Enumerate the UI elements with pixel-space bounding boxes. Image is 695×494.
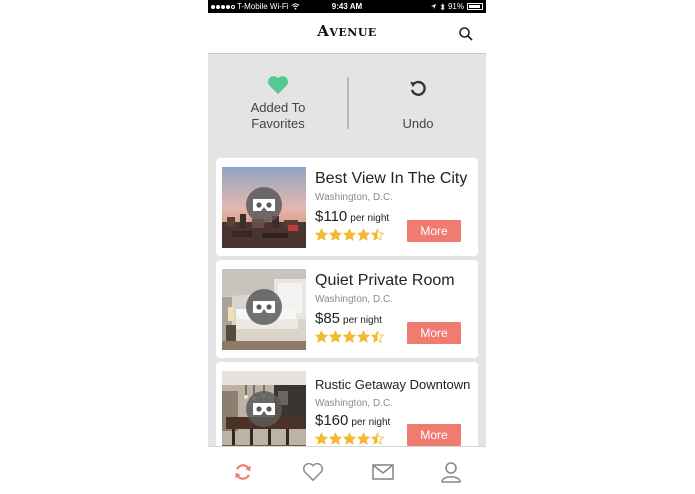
listing-price: $160 per night (315, 412, 390, 430)
listing-card[interactable]: Quiet Private Room Washington, D.C. $85 p… (216, 260, 478, 358)
star-rating (315, 432, 384, 445)
added-to-favorites: Added To Favorites (228, 75, 328, 132)
more-button[interactable]: More (407, 424, 461, 446)
star-icon (315, 228, 328, 241)
battery-icon (467, 3, 483, 10)
action-divider (347, 77, 349, 129)
brand-logo: Avenue (317, 22, 377, 40)
user-icon[interactable] (440, 461, 462, 483)
listing-price: $110 per night (315, 208, 389, 226)
star-icon (329, 228, 342, 241)
favorite-label: Added To Favorites (250, 100, 306, 131)
price-unit: per night (350, 213, 390, 224)
price-unit: per night (351, 417, 391, 428)
more-button[interactable]: More (407, 322, 461, 344)
listing-city: Washington, D.C. (315, 294, 393, 305)
search-icon[interactable] (458, 26, 474, 42)
star-icon (329, 432, 342, 445)
star-icon (371, 432, 384, 445)
heart-icon (268, 76, 288, 95)
listing-photo[interactable] (222, 269, 306, 350)
listing-price: $85 per night (315, 310, 382, 328)
star-icon (357, 228, 370, 241)
price-amount: $85 (315, 310, 341, 327)
price-amount: $110 (315, 208, 348, 225)
star-icon (315, 432, 328, 445)
star-icon (357, 432, 370, 445)
listing-photo[interactable] (222, 167, 306, 248)
bluetooth-icon (440, 2, 445, 11)
more-button[interactable]: More (407, 220, 461, 242)
undo-label: Undo (402, 116, 434, 131)
listing-title[interactable]: Best View In The City (315, 170, 467, 188)
price-amount: $160 (315, 412, 349, 429)
heart-outline-icon[interactable] (302, 461, 324, 483)
listing-city: Washington, D.C. (315, 192, 393, 203)
app-header: Avenue (208, 13, 486, 54)
listing-card[interactable]: Best View In The City Washington, D.C. $… (216, 158, 478, 256)
tab-bar (208, 446, 486, 494)
vr-headset-icon[interactable] (246, 391, 282, 427)
star-icon (315, 330, 328, 343)
star-icon (343, 330, 356, 343)
listing-title[interactable]: Rustic Getaway Downtown (315, 377, 470, 392)
refresh-icon[interactable] (232, 461, 254, 483)
star-icon (343, 228, 356, 241)
star-rating (315, 330, 384, 343)
mail-icon[interactable] (372, 461, 394, 483)
phone-screen: T-Mobile Wi-Fi 9:43 AM 91% Avenue Added … (208, 0, 486, 494)
star-icon (329, 330, 342, 343)
listing-city: Washington, D.C. (315, 398, 393, 409)
status-right: 91% (430, 0, 483, 13)
status-bar: T-Mobile Wi-Fi 9:43 AM 91% (208, 0, 486, 13)
location-icon (430, 3, 437, 10)
star-icon (371, 228, 384, 241)
listing-photo[interactable] (222, 371, 306, 452)
vr-headset-icon[interactable] (246, 289, 282, 325)
star-rating (315, 228, 384, 241)
undo-button[interactable]: Undo (368, 79, 468, 131)
battery-percent: 91% (447, 2, 464, 11)
price-unit: per night (343, 315, 382, 326)
favorite-action-panel: Added To Favorites Undo (208, 55, 486, 151)
undo-icon (410, 80, 426, 96)
vr-headset-icon[interactable] (246, 187, 282, 223)
star-icon (371, 330, 384, 343)
star-icon (343, 432, 356, 445)
star-icon (357, 330, 370, 343)
listing-title[interactable]: Quiet Private Room (315, 272, 455, 290)
